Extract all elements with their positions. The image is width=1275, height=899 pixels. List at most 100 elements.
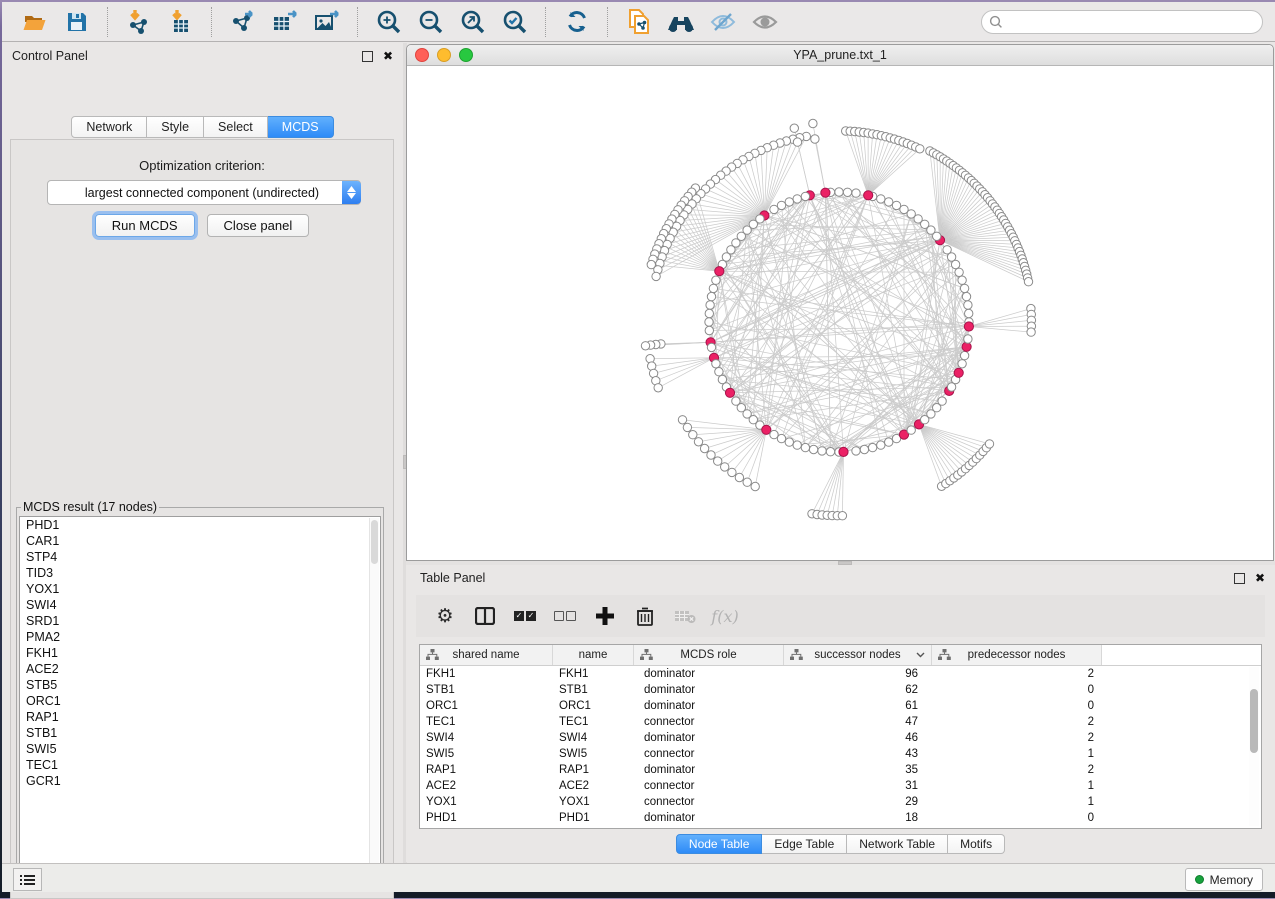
table-cell[interactable]: 43 [784,748,932,760]
tab-style[interactable]: Style [147,116,204,138]
tab-edge-table[interactable]: Edge Table [762,834,847,854]
mcds-result-item[interactable]: ACE2 [20,661,380,677]
mcds-result-item[interactable]: RAP1 [20,709,380,725]
dominator-node[interactable] [964,322,973,331]
export-network-icon[interactable] [228,7,258,37]
network-window-titlebar[interactable]: YPA_prune.txt_1 [407,45,1273,66]
table-scrollbar[interactable] [1249,667,1259,826]
table-cell[interactable]: 35 [784,764,932,776]
network-node[interactable] [714,457,722,465]
table-options-icon[interactable]: ⚙ [428,603,462,629]
table-cell[interactable]: 2 [932,732,1102,744]
apply-layout-icon[interactable] [562,7,592,37]
show-all-icon[interactable] [750,7,780,37]
network-node[interactable] [793,441,801,449]
table-cell[interactable]: 46 [784,732,932,744]
network-node[interactable] [728,468,736,476]
network-node[interactable] [960,351,968,359]
table-cell[interactable]: RAP1 [420,764,553,776]
table-cell[interactable]: 62 [784,684,932,696]
mcds-result-item[interactable]: CAR1 [20,533,380,549]
close-panel-icon[interactable]: ✖ [383,51,393,61]
network-node[interactable] [985,440,993,448]
network-node[interactable] [809,445,817,453]
network-node[interactable] [689,431,697,439]
table-cell[interactable]: TEC1 [553,716,634,728]
table-row[interactable]: FKH1FKH1dominator962 [420,666,1261,682]
network-node[interactable] [860,445,868,453]
network-node[interactable] [707,451,715,459]
tab-network-table[interactable]: Network Table [847,834,948,854]
network-node[interactable] [960,284,968,292]
table-cell[interactable]: dominator [634,668,784,680]
table-cell[interactable]: connector [634,748,784,760]
network-node[interactable] [938,397,946,405]
table-cell[interactable]: FKH1 [553,668,634,680]
network-node[interactable] [892,201,900,209]
mcds-list-scrollbar[interactable] [369,518,379,869]
table-cell[interactable]: 2 [932,764,1102,776]
zoom-selected-icon[interactable] [500,7,530,37]
network-node[interactable] [751,482,759,490]
table-row[interactable]: ORC1ORC1dominator610 [420,698,1261,714]
network-node[interactable] [793,138,801,146]
memory-button[interactable]: Memory [1185,868,1263,891]
mcds-result-item[interactable]: STB5 [20,677,380,693]
network-node[interactable] [1024,278,1032,286]
table-cell[interactable]: 61 [784,700,932,712]
column-header-MCDS-role[interactable]: MCDS role [634,645,784,665]
close-panel-icon[interactable]: ✖ [1255,573,1265,583]
mcds-result-item[interactable]: TEC1 [20,757,380,773]
dominator-node[interactable] [725,388,734,397]
table-cell[interactable]: YOX1 [553,796,634,808]
search-input[interactable] [981,10,1263,34]
table-row[interactable]: YOX1YOX1connector291 [420,794,1261,810]
table-cell[interactable]: PHD1 [420,812,553,824]
network-node[interactable] [709,284,717,292]
mcds-result-item[interactable]: PMA2 [20,629,380,645]
table-cell[interactable]: connector [634,796,784,808]
network-node[interactable] [943,246,951,254]
network-node[interactable] [790,124,798,132]
network-node[interactable] [885,198,893,206]
network-node[interactable] [964,335,972,343]
network-node[interactable] [916,145,924,153]
network-node[interactable] [907,426,915,434]
network-node[interactable] [955,268,963,276]
table-cell[interactable]: 29 [784,796,932,808]
network-node[interactable] [801,192,809,200]
table-cell[interactable]: YOX1 [420,796,553,808]
network-node[interactable] [705,326,713,334]
mcds-result-item[interactable]: ORC1 [20,693,380,709]
mcds-result-item[interactable]: YOX1 [20,581,380,597]
table-cell[interactable]: dominator [634,812,784,824]
network-node[interactable] [647,260,655,268]
network-canvas[interactable] [407,66,1273,560]
network-node[interactable] [694,438,702,446]
mcds-result-list[interactable]: PHD1CAR1STP4TID3YOX1SWI4SRD1PMA2FKH1ACE2… [19,516,381,871]
table-cell[interactable]: SWI5 [420,748,553,760]
network-node[interactable] [958,360,966,368]
network-node[interactable] [826,448,834,456]
dominator-node[interactable] [762,425,771,434]
mcds-result-item[interactable]: TID3 [20,565,380,581]
column-header-shared-name[interactable]: shared name [420,645,553,665]
network-node[interactable] [962,292,970,300]
network-node[interactable] [712,360,720,368]
network-node[interactable] [654,384,662,392]
dominator-node[interactable] [864,191,873,200]
network-node[interactable] [707,343,715,351]
table-cell[interactable]: 18 [784,812,932,824]
dominator-node[interactable] [962,342,971,351]
network-node[interactable] [712,276,720,284]
network-node[interactable] [652,272,660,280]
network-node[interactable] [735,473,743,481]
table-cell[interactable]: 1 [932,780,1102,792]
run-mcds-button[interactable]: Run MCDS [95,214,195,237]
network-node[interactable] [852,189,860,197]
network-node[interactable] [964,301,972,309]
mcds-result-item[interactable]: SWI4 [20,597,380,613]
select-all-checks-icon[interactable]: ✓✓ [508,603,542,629]
tab-mcds[interactable]: MCDS [268,116,334,138]
find-neighbors-icon[interactable] [666,7,696,37]
